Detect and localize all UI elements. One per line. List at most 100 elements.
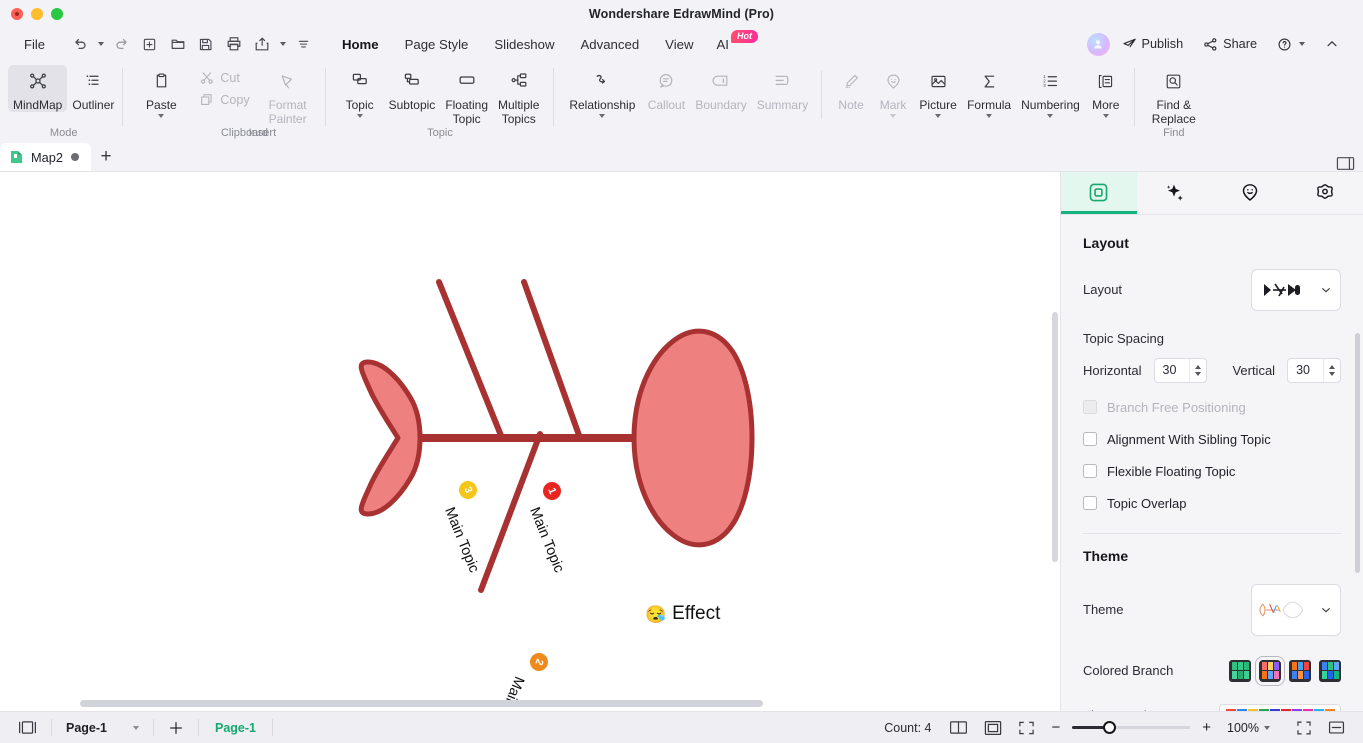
theme-color-select[interactable]: [1219, 703, 1341, 711]
fishbone-diagram[interactable]: 😪 Effect Main Topic 3 Main Topic 1 Main …: [0, 172, 1060, 711]
qat-more-icon[interactable]: [291, 32, 317, 56]
page-selector-dropdown[interactable]: Page-1: [58, 721, 147, 735]
zoom-out-button[interactable]: −: [1047, 719, 1064, 736]
format-painter-button[interactable]: Format Painter: [264, 65, 312, 126]
panel-tab-ai[interactable]: [1137, 172, 1213, 214]
checkbox-flexible-floating-topic[interactable]: Flexible Floating Topic: [1083, 464, 1341, 479]
document-tab-map2[interactable]: Map2: [0, 143, 92, 171]
checkbox-box[interactable]: [1083, 464, 1097, 479]
copy-button[interactable]: Copy: [193, 89, 255, 111]
relationship-dropdown-icon[interactable]: [567, 114, 637, 118]
zoom-in-button[interactable]: +: [1198, 719, 1215, 736]
layout-select[interactable]: [1251, 268, 1341, 311]
view-two-page-icon[interactable]: [941, 716, 976, 740]
checkbox-alignment-with-sibling-topic[interactable]: Alignment With Sibling Topic: [1083, 432, 1341, 447]
paste-button[interactable]: Paste: [137, 65, 185, 118]
floating-topic-button[interactable]: Floating Topic: [440, 65, 493, 126]
horizontal-spacing-stepper[interactable]: [1189, 358, 1202, 382]
boundary-button[interactable]: Boundary: [690, 65, 751, 112]
zoom-slider[interactable]: − +: [1047, 719, 1215, 736]
horizontal-spacing-input[interactable]: 30: [1153, 357, 1208, 383]
summary-button[interactable]: Summary: [752, 65, 813, 112]
checkbox-box[interactable]: [1083, 400, 1097, 415]
numbering-dropdown-icon[interactable]: [1021, 114, 1080, 118]
branch-swatch-0[interactable]: [1229, 659, 1251, 682]
multiple-topics-button[interactable]: Multiple Topics: [493, 65, 544, 126]
panel-tab-style[interactable]: [1061, 172, 1137, 214]
share-button[interactable]: Share: [1195, 32, 1265, 57]
relationship-button[interactable]: Relationship: [562, 65, 642, 118]
mark-button[interactable]: Mark: [872, 65, 914, 118]
canvas-area[interactable]: 😪 Effect Main Topic 3 Main Topic 1 Main …: [0, 172, 1060, 711]
export-icon[interactable]: [249, 32, 275, 56]
avatar[interactable]: [1086, 32, 1110, 56]
file-menu-button[interactable]: File: [10, 33, 59, 56]
current-page-label[interactable]: Page-1: [205, 721, 266, 735]
numbering-button[interactable]: 123 Numbering: [1016, 65, 1085, 118]
tab-ai[interactable]: AI Hot: [707, 29, 764, 57]
publish-button[interactable]: Publish: [1114, 32, 1192, 57]
undo-icon[interactable]: [67, 32, 93, 56]
note-button[interactable]: Note: [830, 65, 872, 112]
picture-button[interactable]: Picture: [914, 65, 962, 118]
toggle-side-panel-icon[interactable]: [1336, 156, 1355, 171]
fit-page-icon[interactable]: [976, 716, 1010, 740]
chevron-down-icon[interactable]: [1335, 710, 1346, 711]
canvas-horizontal-scrollbar[interactable]: [0, 700, 1060, 708]
zoom-slider-track[interactable]: [1072, 721, 1191, 734]
branch-swatch-3[interactable]: [1319, 659, 1341, 682]
help-button[interactable]: [1269, 32, 1313, 57]
panel-tab-settings[interactable]: [1288, 172, 1363, 214]
fullscreen-icon[interactable]: [1288, 716, 1320, 740]
subtopic-button[interactable]: Subtopic: [384, 65, 441, 112]
document-modified-dot[interactable]: [71, 153, 80, 161]
save-icon[interactable]: [193, 32, 219, 56]
mark-dropdown-icon[interactable]: [877, 114, 909, 118]
chevron-down-icon[interactable]: [1320, 604, 1332, 616]
redo-icon[interactable]: [109, 32, 135, 56]
mindmap-mode-button[interactable]: MindMap: [8, 65, 68, 112]
tab-page-style[interactable]: Page Style: [392, 32, 482, 57]
branch-swatch-2[interactable]: [1289, 659, 1311, 682]
tab-view[interactable]: View: [652, 32, 706, 57]
find-replace-button[interactable]: Find & Replace: [1143, 65, 1205, 126]
zoom-level-label[interactable]: 100%: [1227, 721, 1259, 735]
picture-dropdown-icon[interactable]: [919, 114, 957, 118]
checkbox-branch-free-positioning[interactable]: Branch Free Positioning: [1083, 400, 1341, 415]
vertical-spacing-input[interactable]: 30: [1287, 357, 1341, 383]
presentation-mode-icon[interactable]: [1320, 716, 1353, 740]
collapse-ribbon-button[interactable]: [1317, 32, 1347, 56]
tab-home[interactable]: Home: [329, 32, 392, 57]
cut-button[interactable]: Cut: [193, 67, 255, 89]
checkbox-topic-overlap[interactable]: Topic Overlap: [1083, 496, 1341, 511]
more-button[interactable]: More: [1085, 65, 1127, 118]
new-document-tab-button[interactable]: +: [91, 143, 121, 171]
formula-dropdown-icon[interactable]: [967, 114, 1011, 118]
chevron-down-icon[interactable]: [1320, 284, 1332, 296]
undo-dropdown-icon[interactable]: [95, 32, 107, 56]
branch-swatch-1[interactable]: [1255, 655, 1285, 686]
print-icon[interactable]: [221, 32, 247, 56]
fishbone-svg[interactable]: [0, 172, 1060, 702]
effect-node[interactable]: 😪 Effect: [645, 603, 720, 625]
topic-dropdown-icon[interactable]: [341, 114, 379, 118]
fit-screen-icon[interactable]: [1010, 716, 1043, 740]
formula-button[interactable]: Formula: [962, 65, 1016, 118]
paste-dropdown-icon[interactable]: [142, 114, 180, 118]
outliner-mode-button[interactable]: Outliner: [67, 65, 119, 112]
new-icon[interactable]: [137, 32, 163, 56]
topic-button[interactable]: Topic: [336, 65, 384, 118]
canvas-horizontal-scrollbar-thumb[interactable]: [80, 700, 763, 707]
zoom-slider-knob[interactable]: [1103, 721, 1117, 734]
canvas-vertical-scrollbar[interactable]: [1052, 312, 1058, 562]
panel-tab-emoji[interactable]: [1212, 172, 1288, 214]
theme-select[interactable]: [1251, 583, 1341, 636]
callout-button[interactable]: Callout: [642, 65, 690, 112]
export-dropdown-icon[interactable]: [277, 32, 289, 56]
panel-scrollbar[interactable]: [1355, 332, 1360, 573]
tab-slideshow[interactable]: Slideshow: [481, 32, 567, 57]
more-dropdown-icon[interactable]: [1090, 114, 1122, 118]
toggle-page-list-icon[interactable]: [10, 716, 45, 740]
tab-advanced[interactable]: Advanced: [568, 32, 653, 57]
vertical-spacing-stepper[interactable]: [1322, 358, 1335, 382]
